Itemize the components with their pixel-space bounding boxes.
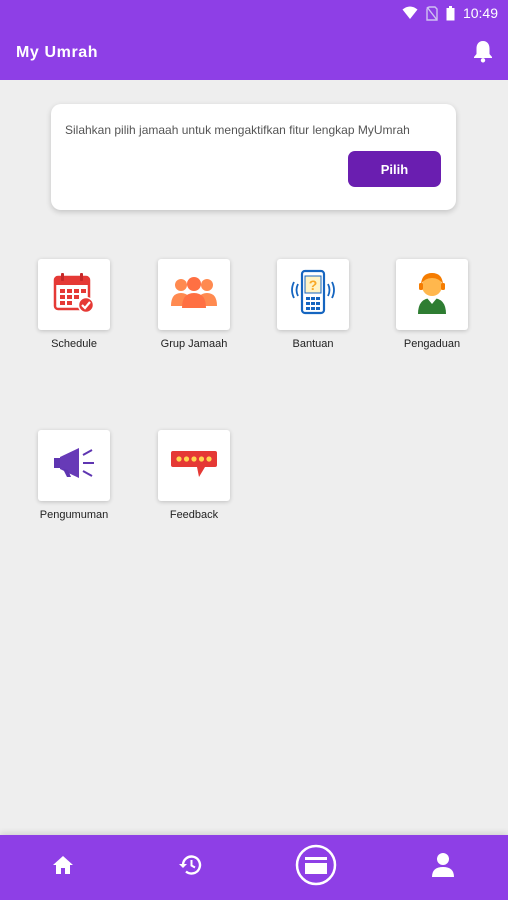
status-bar: 10:49 bbox=[0, 0, 508, 26]
menu-item-pengumuman[interactable]: Pengumuman bbox=[29, 430, 119, 521]
menu-label-pengaduan: Pengaduan bbox=[403, 338, 461, 350]
menu-label-bantuan: Bantuan bbox=[292, 338, 334, 350]
status-time: 10:49 bbox=[462, 5, 498, 21]
phone-help-icon: ? bbox=[289, 269, 337, 320]
menu-item-grup-jamaah[interactable]: Grup Jamaah bbox=[149, 259, 239, 350]
battery-icon bbox=[446, 5, 455, 21]
menu-label-grup-jamaah: Grup Jamaah bbox=[160, 338, 228, 350]
svg-text:?: ? bbox=[309, 277, 318, 293]
menu-tile[interactable] bbox=[158, 259, 230, 330]
menu-tile[interactable] bbox=[158, 430, 230, 501]
nav-history-button[interactable] bbox=[155, 835, 225, 900]
pilih-button[interactable]: Pilih bbox=[348, 151, 441, 187]
notification-bell-icon[interactable] bbox=[472, 39, 494, 68]
menu-tile[interactable] bbox=[396, 259, 468, 330]
profile-icon bbox=[431, 852, 455, 883]
app-title: My Umrah bbox=[16, 44, 99, 61]
nav-home-button[interactable] bbox=[28, 835, 98, 900]
no-sim-icon bbox=[426, 5, 438, 21]
select-jamaah-card: Silahkan pilih jamaah untuk mengaktifkan… bbox=[51, 104, 456, 210]
menu-tile[interactable] bbox=[38, 259, 110, 330]
select-jamaah-message: Silahkan pilih jamaah untuk mengaktifkan… bbox=[65, 123, 410, 137]
umrah-logo-icon bbox=[295, 844, 337, 891]
feedback-stars-icon bbox=[169, 446, 219, 485]
menu-item-bantuan[interactable]: ? Bantuan bbox=[268, 259, 358, 350]
group-icon bbox=[169, 272, 219, 317]
menu-item-feedback[interactable]: Feedback bbox=[149, 430, 239, 521]
wifi-icon bbox=[402, 6, 418, 20]
menu-tile[interactable]: ? bbox=[277, 259, 349, 330]
megaphone-icon bbox=[51, 446, 97, 485]
nav-profile-button[interactable] bbox=[408, 835, 478, 900]
menu-tile[interactable] bbox=[38, 430, 110, 501]
nav-umrah-button[interactable] bbox=[281, 835, 351, 900]
home-icon bbox=[52, 855, 74, 880]
menu-label-feedback: Feedback bbox=[169, 509, 219, 521]
calendar-icon bbox=[52, 270, 96, 319]
menu-label-schedule: Schedule bbox=[51, 338, 97, 350]
history-icon bbox=[178, 854, 202, 881]
menu-item-pengaduan[interactable]: Pengaduan bbox=[387, 259, 477, 350]
agent-icon bbox=[412, 270, 452, 319]
menu-item-schedule[interactable]: Schedule bbox=[29, 259, 119, 350]
menu-label-pengumuman: Pengumuman bbox=[39, 509, 109, 521]
bottom-navigation bbox=[0, 835, 508, 900]
app-bar: My Umrah bbox=[0, 26, 508, 80]
